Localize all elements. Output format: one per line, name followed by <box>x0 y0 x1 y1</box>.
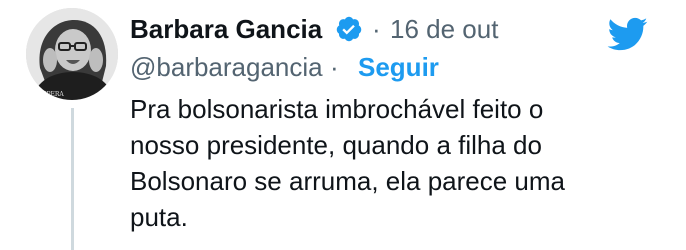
handle-separator: · <box>330 52 339 82</box>
avatar[interactable]: AMPERA <box>26 8 118 100</box>
tweet-card: AMPERA Barbara Gancia · 16 de out @barba… <box>0 0 686 250</box>
header-separator: · <box>372 14 381 44</box>
tweet-text-line: Bolsonaro se arruma, ela parece uma <box>130 166 566 196</box>
avatar-photo: AMPERA <box>26 8 118 100</box>
verified-badge-icon <box>336 16 362 42</box>
twitter-bird-icon[interactable] <box>606 16 648 52</box>
thread-line <box>71 108 74 250</box>
follow-button[interactable]: Seguir <box>358 52 439 82</box>
author-handle[interactable]: @barbaragancia <box>130 52 323 82</box>
tweet-text-line: puta. <box>130 202 188 232</box>
tweet-date[interactable]: 16 de out <box>390 14 498 44</box>
tweet-text-line: nosso presidente, quando a filha do <box>130 130 542 160</box>
tweet-text-line: Pra bolsonarista imbrochável feito o <box>130 94 544 124</box>
avatar-shirt-text: AMPERA <box>35 91 64 98</box>
author-name[interactable]: Barbara Gancia <box>130 14 322 44</box>
tweet-text: Pra bolsonarista imbrochável feito o nos… <box>130 91 670 235</box>
